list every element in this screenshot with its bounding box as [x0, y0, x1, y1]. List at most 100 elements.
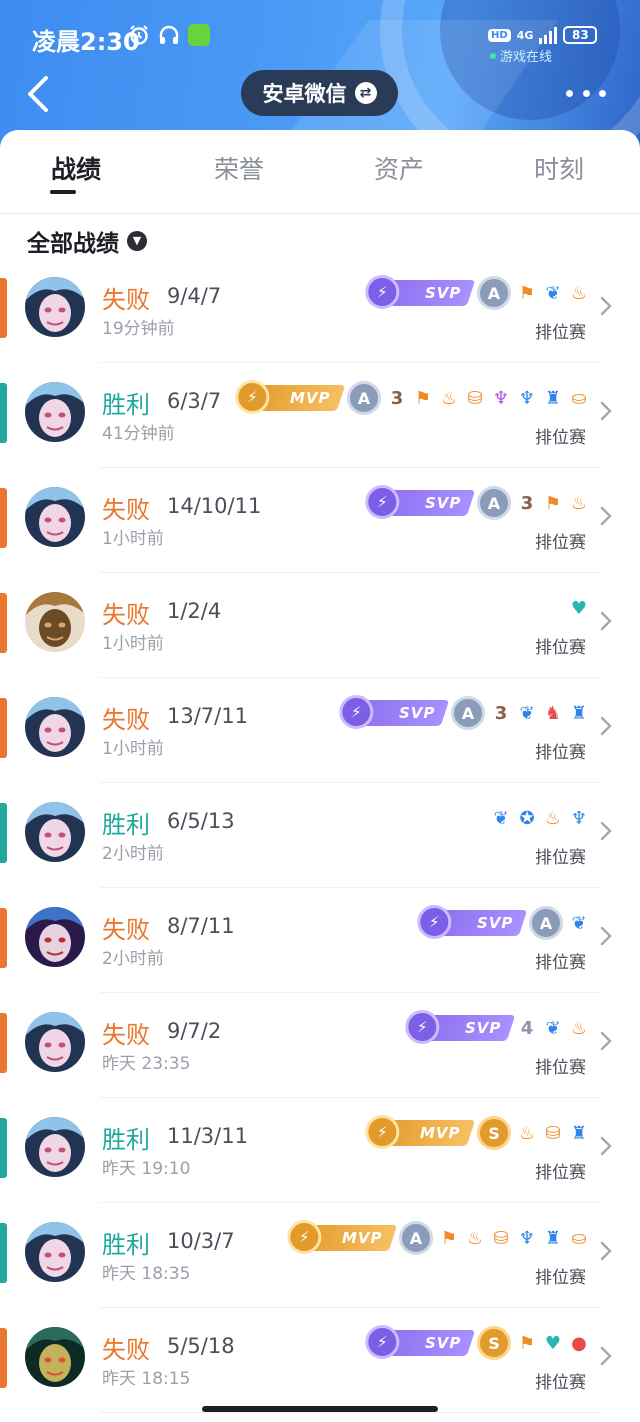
flag-icon: ⚑ — [440, 1227, 458, 1249]
result-indicator-bar — [0, 1328, 7, 1388]
chevron-right-icon — [600, 716, 612, 736]
multikill-count: 3 — [390, 387, 404, 409]
chevron-right-icon — [600, 1031, 612, 1051]
headset-icon — [158, 24, 180, 46]
more-dots-icon — [566, 89, 573, 97]
match-time: 1小时前 — [102, 634, 164, 654]
result-indicator-bar — [0, 1118, 7, 1178]
status-time: 凌晨2:30 — [32, 28, 140, 56]
result-indicator-bar — [0, 488, 7, 548]
match-row[interactable]: 胜利 6/5/13 2小时前 ❦ ✪ ♨ ♆ 排位赛 — [0, 783, 640, 888]
match-mode: 排位赛 — [535, 323, 586, 343]
tab-honor[interactable]: 荣誉 — [214, 150, 264, 186]
back-button[interactable] — [20, 72, 60, 116]
match-kda: 11/3/11 — [167, 1124, 248, 1148]
online-dot-icon — [490, 52, 496, 59]
fire-icon: ♨ — [440, 387, 458, 409]
result-indicator-bar — [0, 1223, 7, 1283]
match-time: 1小时前 — [102, 529, 164, 549]
fire-icon: ♨ — [570, 282, 588, 304]
match-time: 昨天 18:15 — [102, 1369, 191, 1389]
svp-badge: ⚡ SVP — [339, 695, 450, 729]
match-kda: 8/7/11 — [167, 914, 235, 938]
fire-icon: ♨ — [544, 807, 562, 829]
hero-avatar — [25, 697, 85, 757]
match-row[interactable]: 失败 5/5/18 昨天 18:15 ⚡ SVP S ⚑ ♥ ● 排位赛 — [0, 1308, 640, 1413]
blood-drop-icon: ● — [571, 1332, 587, 1354]
mvp-label: MVP — [342, 1229, 383, 1247]
wing-icon: ❦ — [493, 807, 509, 829]
match-kda: 9/4/7 — [167, 284, 222, 308]
grade-s-badge: S — [477, 1326, 511, 1360]
bird-icon: ♆ — [570, 807, 588, 829]
match-time: 41分钟前 — [102, 424, 175, 444]
svp-badge: ⚡ SVP — [405, 1010, 516, 1044]
tower-icon: ♜ — [544, 1227, 562, 1249]
chevron-right-icon — [600, 1241, 612, 1261]
app-header: 凌晨2:30 HD 4G 83 游戏在线 安卓微信 ⇄ — [0, 0, 640, 150]
home-indicator[interactable] — [202, 1406, 438, 1412]
hero-avatar — [25, 1117, 85, 1177]
mvp-label: MVP — [420, 1124, 461, 1142]
match-result: 失败 — [102, 916, 150, 944]
match-time: 2小时前 — [102, 844, 164, 864]
match-result: 失败 — [102, 496, 150, 524]
match-badges: ⚡ SVP A ❦ — [417, 905, 589, 940]
match-result: 胜利 — [102, 1231, 150, 1259]
mvp-medal-icon: ⚡ — [235, 380, 270, 414]
match-badges: ⚡ MVP A ⚑ ♨ ⛁ ♆ ♜ ⛀ — [287, 1220, 589, 1255]
status-icons — [128, 24, 210, 46]
match-row[interactable]: 失败 9/4/7 19分钟前 ⚡ SVP A ⚑ ❦ ♨ 排位赛 — [0, 258, 640, 363]
match-row[interactable]: 胜利 11/3/11 昨天 19:10 ⚡ MVP S ♨ ⛁ ♜ 排位赛 — [0, 1098, 640, 1203]
grade-a-badge: A — [477, 276, 511, 310]
result-indicator-bar — [0, 803, 7, 863]
match-badges: ⚡ SVP A ⚑ ❦ ♨ — [365, 275, 589, 310]
mvp-medal-icon: ⚡ — [287, 1220, 322, 1254]
match-row[interactable]: 失败 13/7/11 1小时前 ⚡ SVP A 3 ❦ ♞ ♜ 排位赛 — [0, 678, 640, 783]
match-row[interactable]: 失败 1/2/4 1小时前 ♥ 排位赛 — [0, 573, 640, 678]
match-row[interactable]: 失败 8/7/11 2小时前 ⚡ SVP A ❦ 排位赛 — [0, 888, 640, 993]
fire-icon: ♨ — [518, 1122, 536, 1144]
match-kda: 14/10/11 — [167, 494, 262, 518]
more-button[interactable] — [566, 86, 606, 100]
grade-a-badge: A — [451, 696, 485, 730]
tab-moments[interactable]: 时刻 — [534, 150, 584, 186]
chevron-right-icon — [600, 611, 612, 631]
match-row[interactable]: 失败 14/10/11 1小时前 ⚡ SVP A 3 ⚑ ♨ 排位赛 — [0, 468, 640, 573]
match-row[interactable]: 胜利 10/3/7 昨天 18:35 ⚡ MVP A ⚑ ♨ ⛁ ♆ ♜ ⛀ 排位赛 — [0, 1203, 640, 1308]
match-result: 失败 — [102, 601, 150, 629]
mvp-badge: ⚡ MVP — [365, 1115, 476, 1149]
account-switch-button[interactable]: 安卓微信 ⇄ — [241, 70, 398, 116]
content-card: 战绩 荣誉 资产 时刻 全部战绩 ▼ 失败 9/4/7 19分钟前 ⚡ SVP … — [0, 130, 640, 1422]
match-mode: 排位赛 — [535, 848, 586, 868]
filter-dropdown[interactable]: 全部战绩 ▼ — [27, 224, 147, 258]
flag-icon: ⚑ — [518, 1332, 536, 1354]
match-row[interactable]: 失败 9/7/2 昨天 23:35 ⚡ SVP 4 ❦ ♨ 排位赛 — [0, 993, 640, 1098]
match-kda: 1/2/4 — [167, 599, 222, 623]
back-arrow-icon — [28, 76, 48, 112]
svp-badge: ⚡ SVP — [365, 1325, 476, 1359]
svp-label: SVP — [398, 704, 435, 722]
tower-icon: ♜ — [570, 1122, 588, 1144]
hd-badge: HD — [488, 28, 511, 42]
match-badges: ⚡ MVP A 3 ⚑ ♨ ⛁ ♆ ♆ ♜ ⛀ — [235, 380, 589, 415]
svp-label: SVP — [476, 914, 513, 932]
match-mode: 排位赛 — [535, 1163, 586, 1183]
wing-icon: ❦ — [571, 912, 587, 934]
network-label: 4G — [516, 28, 534, 42]
match-result: 失败 — [102, 1021, 150, 1049]
match-result: 失败 — [102, 286, 150, 314]
match-row[interactable]: 胜利 6/3/7 41分钟前 ⚡ MVP A 3 ⚑ ♨ ⛁ ♆ ♆ ♜ ⛀ 排位赛 — [0, 363, 640, 468]
chevron-down-icon: ▼ — [127, 231, 147, 251]
row-divider — [100, 1412, 602, 1413]
grade-a-badge: A — [347, 381, 381, 415]
match-time: 2小时前 — [102, 949, 164, 969]
mvp-medal-icon: ⚡ — [365, 1115, 400, 1149]
coins-icon: ⛁ — [467, 387, 483, 409]
grade-a-badge: A — [477, 486, 511, 520]
tab-assets[interactable]: 资产 — [374, 150, 424, 186]
match-result: 失败 — [102, 706, 150, 734]
match-time: 19分钟前 — [102, 319, 175, 339]
grade-a-badge: A — [399, 1221, 433, 1255]
tab-records[interactable]: 战绩 — [51, 150, 101, 186]
